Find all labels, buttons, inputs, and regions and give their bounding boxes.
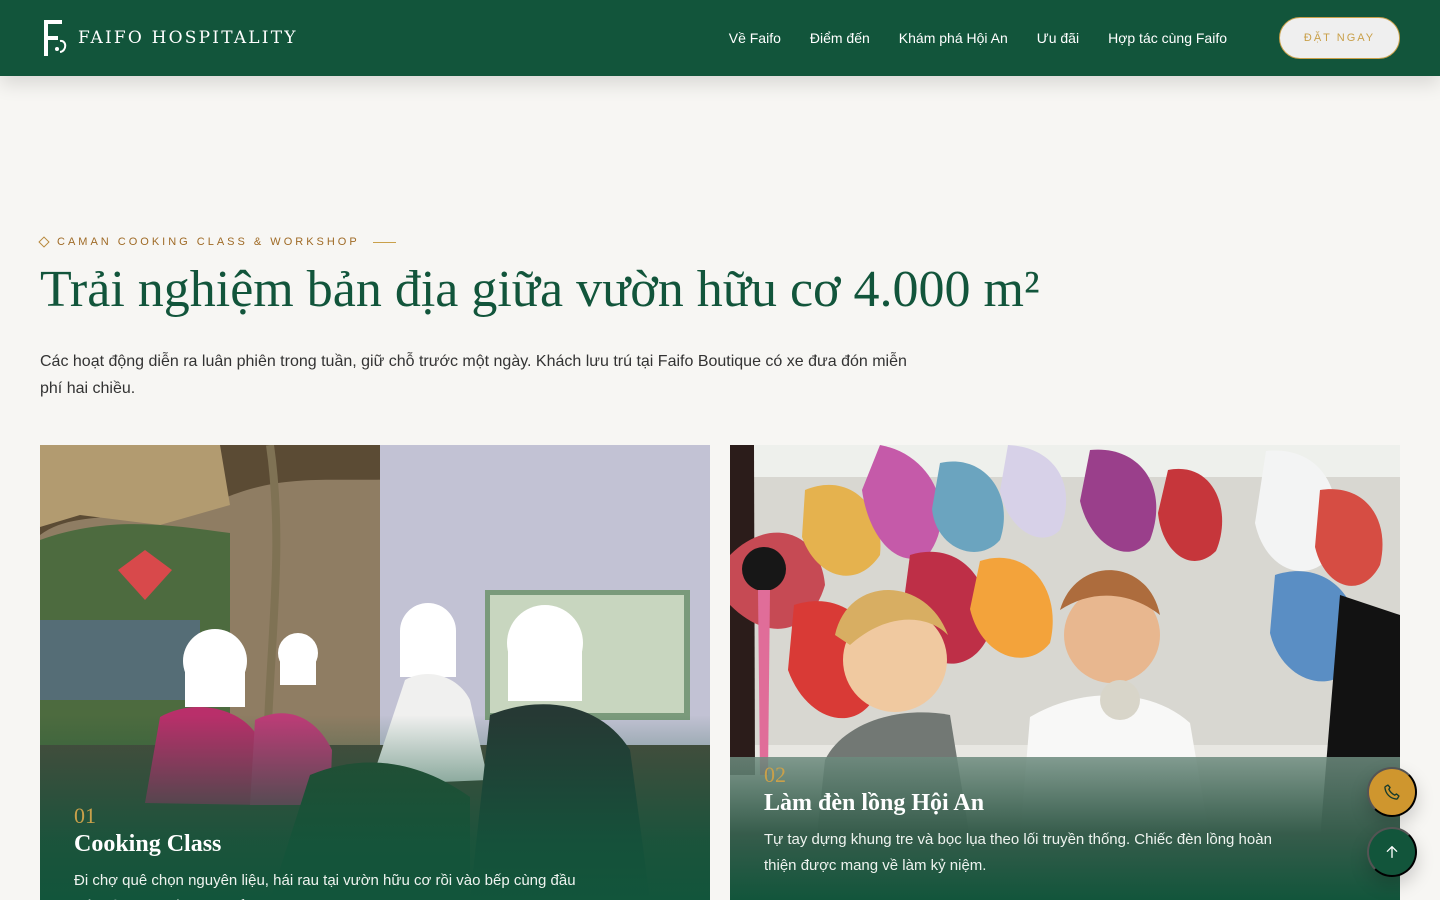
diamond-icon (38, 236, 50, 248)
nav-offers[interactable]: Ưu đãi (1037, 30, 1079, 46)
cooking-class-card[interactable]: 01 Cooking Class Đi chợ quê chọn nguyên … (40, 445, 710, 900)
experience-section: CAMAN COOKING CLASS & WORKSHOP Trải nghi… (38, 232, 1400, 402)
section-description: Các hoạt động diễn ra luân phiên trong t… (40, 353, 907, 397)
lantern-workshop-card[interactable]: 02 Làm đèn lồng Hội An Tự tay dựng khung… (730, 445, 1400, 900)
card-description: Tự tay dựng khung tre và bọc lụa theo lố… (764, 831, 1272, 874)
card-title: Cooking Class (74, 831, 222, 857)
card-title: Làm đèn lồng Hội An (764, 790, 985, 816)
main-nav: Về Faifo Điểm đến Khám phá Hội An Ưu đãi… (729, 30, 1227, 46)
nav-destinations[interactable]: Điểm đến (810, 30, 870, 46)
phone-icon (1384, 784, 1400, 800)
section-title: Trải nghiệm bản địa giữa vườn hữu cơ 4.0… (40, 261, 1040, 318)
lantern-workshop-caption: 02 Làm đèn lồng Hội An Tự tay dựng khung… (730, 757, 1400, 900)
brand-logo[interactable]: FAIFO HOSPITALITY (40, 18, 298, 58)
nav-explore-hoi-an[interactable]: Khám phá Hội An (899, 30, 1008, 46)
book-now-button[interactable]: ĐẶT NGAY (1279, 17, 1400, 59)
back-to-top-button[interactable] (1367, 827, 1417, 877)
eyebrow-text: CAMAN COOKING CLASS & WORKSHOP (57, 236, 360, 248)
faifo-logo-icon (44, 20, 67, 56)
brand-name: FAIFO HOSPITALITY (78, 28, 298, 48)
cooking-class-caption: 01 Cooking Class Đi chợ quê chọn nguyên … (40, 715, 710, 900)
card-description: Đi chợ quê chọn nguyên liệu, hái rau tại… (74, 872, 576, 900)
card-number: 01 (74, 803, 96, 828)
call-button[interactable] (1367, 767, 1417, 817)
nav-about[interactable]: Về Faifo (729, 30, 781, 46)
arrow-up-icon (1386, 846, 1398, 858)
card-number: 02 (764, 762, 786, 787)
section-eyebrow: CAMAN COOKING CLASS & WORKSHOP (38, 232, 1400, 252)
top-navigation: FAIFO HOSPITALITY Về Faifo Điểm đến Khám… (0, 0, 1440, 76)
eyebrow-divider (372, 241, 396, 243)
nav-partnership[interactable]: Hợp tác cùng Faifo (1108, 30, 1227, 46)
